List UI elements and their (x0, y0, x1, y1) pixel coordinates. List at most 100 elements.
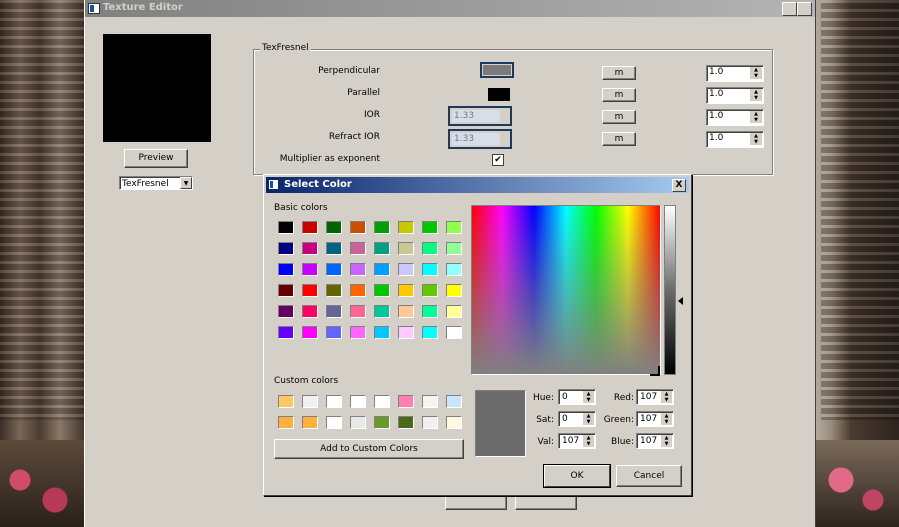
custom-color-swatch[interactable] (350, 416, 366, 429)
refract-ior-map-button[interactable]: m (602, 132, 636, 146)
basic-color-swatch[interactable] (398, 284, 414, 297)
basic-color-swatch[interactable] (422, 263, 438, 276)
basic-color-swatch[interactable] (278, 284, 294, 297)
editor-cancel-button[interactable] (515, 496, 577, 510)
basic-color-swatch[interactable] (446, 284, 462, 297)
parallel-map-button[interactable]: m (602, 88, 636, 102)
spinner-arrows-icon[interactable]: ▲ ▼ (661, 413, 672, 425)
basic-color-swatch[interactable] (350, 263, 366, 276)
basic-color-swatch[interactable] (374, 305, 390, 318)
editor-ok-button[interactable] (445, 496, 507, 510)
red-input[interactable]: 107 ▲ ▼ (636, 389, 674, 405)
refract-ior-multiplier[interactable]: 1.0 ▲ ▼ (706, 131, 764, 148)
custom-color-swatch[interactable] (398, 416, 414, 429)
spinner-arrows-icon[interactable]: ▲ ▼ (661, 391, 672, 403)
parallel-multiplier[interactable]: 1.0 ▲ ▼ (706, 87, 764, 104)
basic-color-swatch[interactable] (374, 284, 390, 297)
green-input[interactable]: 107 ▲ ▼ (636, 411, 674, 427)
basic-color-swatch[interactable] (278, 326, 294, 339)
custom-color-swatch[interactable] (350, 395, 366, 408)
basic-color-swatch[interactable] (446, 305, 462, 318)
sat-input[interactable]: 0 ▲ ▼ (558, 411, 596, 427)
custom-color-swatch[interactable] (326, 416, 342, 429)
spinner-arrows-icon[interactable]: ▲ ▼ (750, 111, 762, 123)
cancel-button[interactable]: Cancel (616, 465, 682, 487)
luminance-slider[interactable] (664, 205, 676, 375)
dialog-close-button[interactable]: X (672, 179, 686, 192)
refract-ior-field[interactable]: 1.33 (448, 129, 512, 149)
add-to-custom-colors-button[interactable]: Add to Custom Colors (274, 439, 464, 459)
custom-color-swatch[interactable] (302, 416, 318, 429)
basic-color-swatch[interactable] (326, 221, 342, 234)
custom-color-swatch[interactable] (374, 395, 390, 408)
perpendicular-multiplier[interactable]: 1.0 ▲ ▼ (706, 65, 764, 82)
basic-color-swatch[interactable] (278, 263, 294, 276)
basic-color-swatch[interactable] (326, 284, 342, 297)
color-spectrum[interactable] (471, 205, 661, 375)
spinner-arrows-icon[interactable]: ▲ ▼ (750, 89, 762, 101)
basic-color-swatch[interactable] (302, 221, 318, 234)
basic-color-swatch[interactable] (446, 221, 462, 234)
spinner-arrows-icon[interactable]: ▲ ▼ (661, 435, 672, 447)
basic-color-swatch[interactable] (302, 263, 318, 276)
basic-color-swatch[interactable] (398, 263, 414, 276)
basic-color-swatch[interactable] (374, 326, 390, 339)
preview-button[interactable]: Preview (124, 149, 188, 168)
custom-color-swatch[interactable] (374, 416, 390, 429)
perpendicular-map-button[interactable]: m (602, 66, 636, 80)
basic-color-swatch[interactable] (422, 242, 438, 255)
ior-multiplier[interactable]: 1.0 ▲ ▼ (706, 109, 764, 126)
help-button[interactable]: ? (782, 2, 797, 16)
custom-color-swatch[interactable] (302, 395, 318, 408)
spinner-arrows-icon[interactable]: ▲ ▼ (583, 413, 594, 425)
basic-color-swatch[interactable] (422, 305, 438, 318)
luminance-arrow-icon[interactable] (678, 297, 683, 305)
basic-color-swatch[interactable] (398, 305, 414, 318)
basic-color-swatch[interactable] (302, 326, 318, 339)
custom-color-swatch[interactable] (422, 395, 438, 408)
custom-color-swatch[interactable] (422, 416, 438, 429)
basic-color-swatch[interactable] (350, 242, 366, 255)
val-input[interactable]: 107 ▲ ▼ (558, 433, 596, 449)
texture-type-select[interactable]: TexFresnel ▼ (119, 176, 193, 190)
custom-color-swatch[interactable] (326, 395, 342, 408)
blue-input[interactable]: 107 ▲ ▼ (636, 433, 674, 449)
basic-color-swatch[interactable] (278, 221, 294, 234)
basic-color-swatch[interactable] (422, 284, 438, 297)
parallel-color-swatch[interactable] (488, 88, 510, 101)
basic-color-swatch[interactable] (350, 305, 366, 318)
custom-color-swatch[interactable] (398, 395, 414, 408)
basic-color-swatch[interactable] (302, 284, 318, 297)
close-button[interactable]: X (797, 2, 812, 16)
basic-color-swatch[interactable] (398, 221, 414, 234)
spinner-arrows-icon[interactable]: ▲ ▼ (583, 435, 594, 447)
spinner-arrows-icon[interactable]: ▲ ▼ (750, 67, 762, 79)
spinner-arrows-icon[interactable]: ▲ ▼ (583, 391, 594, 403)
basic-color-swatch[interactable] (326, 242, 342, 255)
multiplier-exponent-checkbox[interactable]: ✔ (492, 154, 504, 166)
ok-button[interactable]: OK (544, 465, 610, 487)
ior-map-button[interactable]: m (602, 110, 636, 124)
spinner-arrows-icon[interactable]: ▲ ▼ (750, 133, 762, 145)
basic-color-swatch[interactable] (446, 242, 462, 255)
custom-color-swatch[interactable] (446, 395, 462, 408)
basic-color-swatch[interactable] (374, 242, 390, 255)
basic-color-swatch[interactable] (278, 305, 294, 318)
basic-color-swatch[interactable] (422, 221, 438, 234)
basic-color-swatch[interactable] (350, 284, 366, 297)
basic-color-swatch[interactable] (350, 326, 366, 339)
basic-color-swatch[interactable] (374, 221, 390, 234)
hue-input[interactable]: 0 ▲ ▼ (558, 389, 596, 405)
basic-color-swatch[interactable] (326, 263, 342, 276)
basic-color-swatch[interactable] (446, 263, 462, 276)
custom-color-swatch[interactable] (446, 416, 462, 429)
custom-color-swatch[interactable] (278, 395, 294, 408)
basic-color-swatch[interactable] (302, 242, 318, 255)
chevron-down-icon[interactable]: ▼ (180, 177, 192, 189)
basic-color-swatch[interactable] (302, 305, 318, 318)
ior-field[interactable]: 1.33 (448, 106, 512, 126)
perpendicular-color-swatch[interactable] (480, 62, 514, 78)
basic-color-swatch[interactable] (350, 221, 366, 234)
basic-color-swatch[interactable] (326, 305, 342, 318)
basic-color-swatch[interactable] (398, 326, 414, 339)
